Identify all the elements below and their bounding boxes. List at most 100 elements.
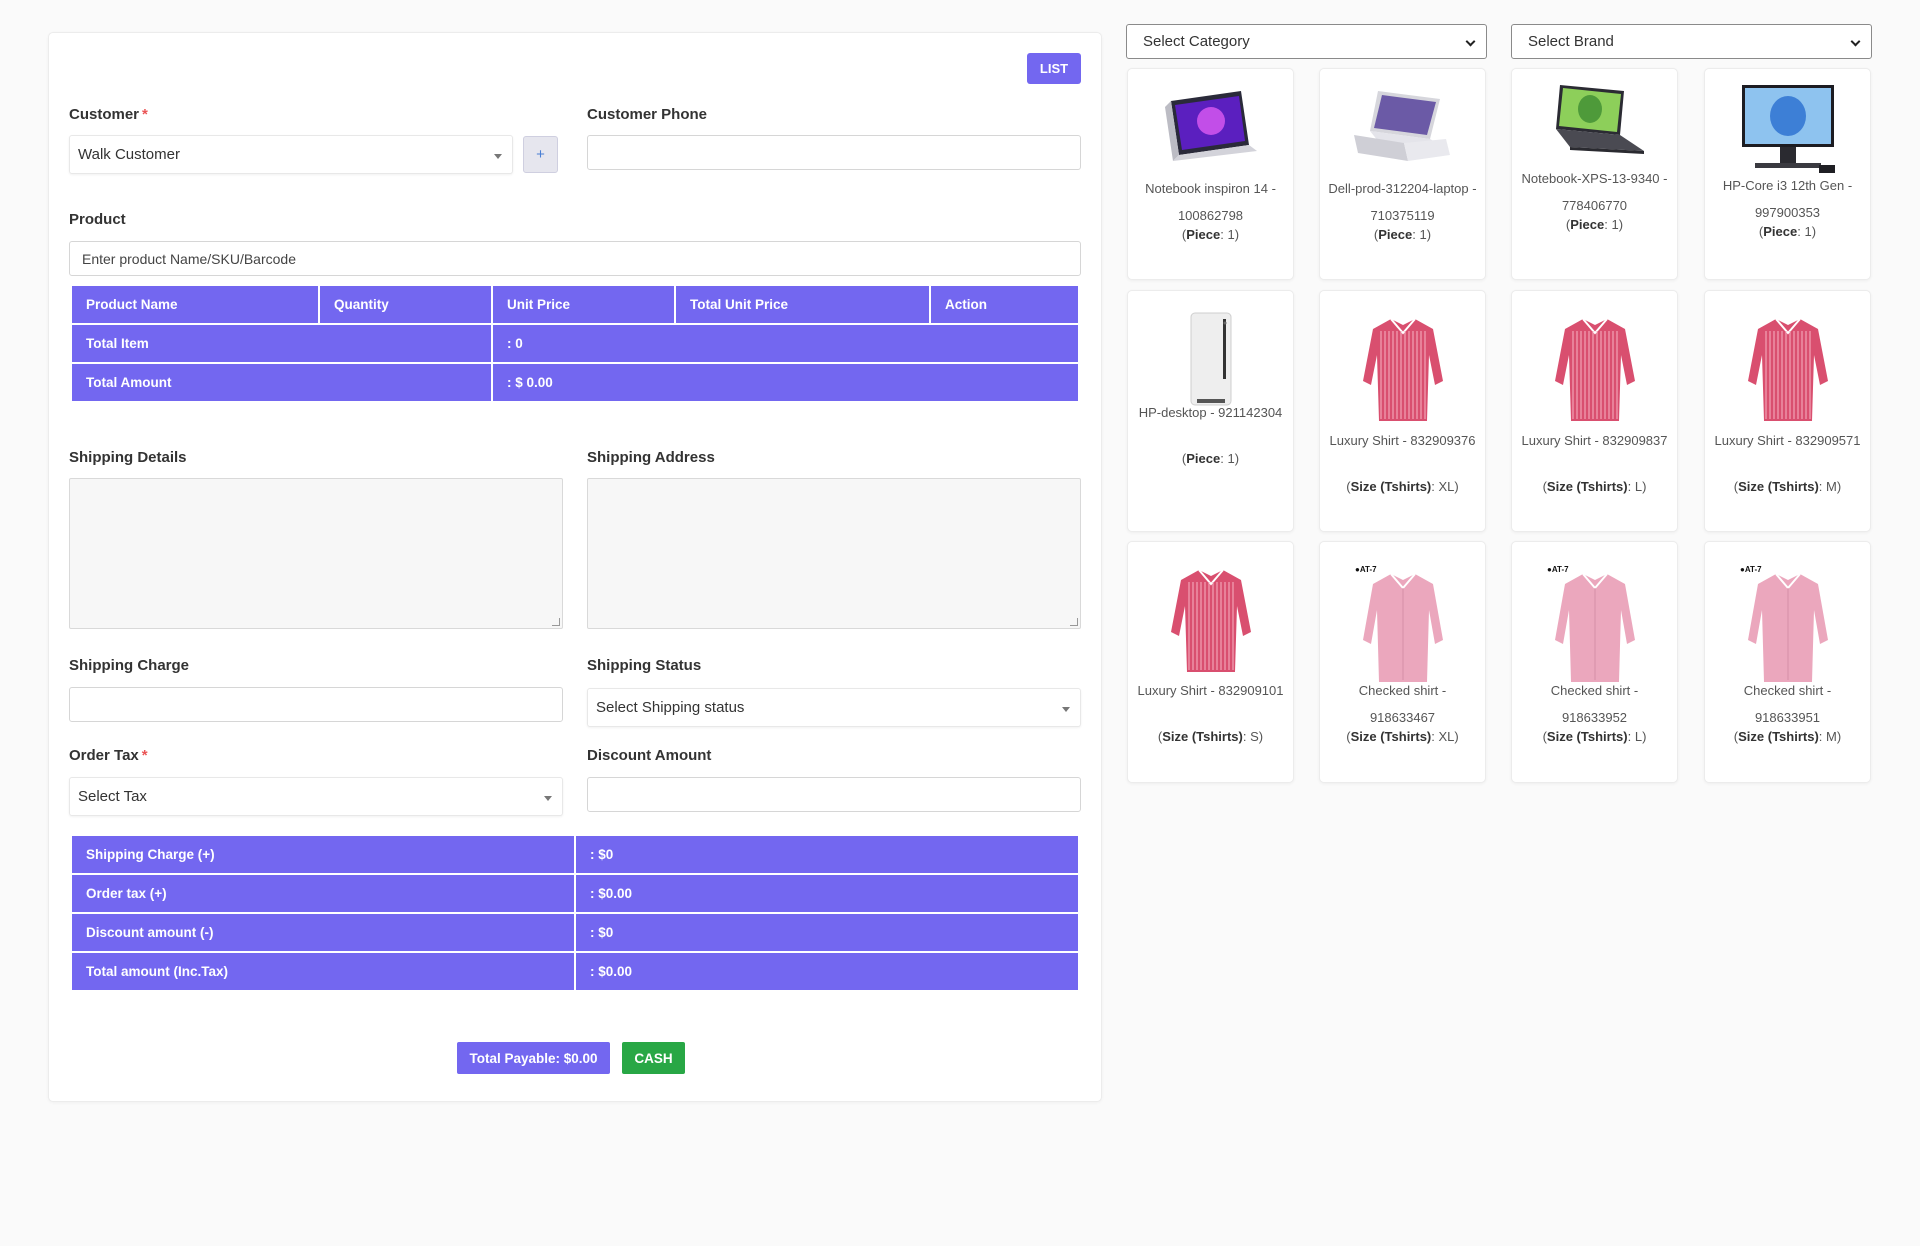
customer-label: Customer * (69, 106, 148, 123)
shipping-details-label: Shipping Details (69, 449, 187, 466)
resize-handle-icon[interactable] (552, 618, 560, 626)
attribute-value: XL (1438, 479, 1455, 494)
product-card[interactable]: ●AT-7 Checked shirt - 918633467 (Size (Tsh… (1319, 541, 1486, 783)
product-card[interactable]: HP-desktop - 921142304 (Piece: 1) (1127, 290, 1294, 532)
desktop-monitor-icon (1705, 81, 1870, 181)
customer-phone-label: Customer Phone (587, 106, 708, 123)
discount-amount-input[interactable] (587, 777, 1081, 812)
svg-text:●AT-7: ●AT-7 (1547, 565, 1569, 574)
product-name: Dell-prod-312204-laptop - 710375119 (1328, 181, 1477, 223)
summary-label: Shipping Charge (+) (72, 836, 574, 873)
attribute-name: Size (Tshirts) (1350, 479, 1432, 494)
total-item-label: Total Item (72, 325, 491, 362)
laptop-flip-icon (1128, 81, 1293, 171)
product-attribute: (Size (Tshirts): L) (1542, 729, 1647, 744)
product-card[interactable]: Dell-prod-312204-laptop - 710375119 (Piec… (1319, 68, 1486, 280)
attribute-value: M (1826, 479, 1837, 494)
product-card[interactable]: Luxury Shirt - 832909376 (Size (Tshirts):… (1319, 290, 1486, 532)
attribute-name: Piece (1570, 217, 1605, 232)
product-attribute: (Size (Tshirts): XL) (1346, 479, 1459, 494)
chevron-down-icon (1850, 36, 1861, 47)
col-unit-price: Unit Price (493, 286, 674, 323)
shipping-charge-input[interactable] (69, 687, 563, 722)
attribute-name: Size (Tshirts) (1738, 729, 1819, 744)
col-action: Action (931, 286, 1078, 323)
product-card[interactable]: HP-Core i3 12th Gen - 997900353 (Piece: 1… (1704, 68, 1871, 280)
attribute-name: Size (Tshirts) (1350, 729, 1432, 744)
product-attribute: (Size (Tshirts): S) (1157, 729, 1264, 744)
product-attribute: (Piece: 1) (1373, 227, 1432, 242)
attribute-value: M (1826, 729, 1837, 744)
caret-down-icon (544, 795, 552, 801)
shirt-red-icon (1705, 311, 1870, 426)
product-search-input[interactable]: Enter product Name/SKU/Barcode (69, 241, 1081, 276)
col-product-name: Product Name (72, 286, 318, 323)
product-attribute: (Piece: 1) (1181, 227, 1240, 242)
discount-amount-label: Discount Amount (587, 747, 712, 764)
summary-row-total: Total amount (Inc.Tax): $0.00 (72, 953, 1078, 990)
brand-select[interactable]: Select Brand (1511, 24, 1872, 59)
total-item-value: : 0 (493, 325, 1078, 362)
cash-button[interactable]: CASH (622, 1042, 685, 1074)
customer-select[interactable]: Walk Customer (69, 135, 513, 174)
attribute-name: Size (Tshirts) (1738, 479, 1819, 494)
product-name: Checked shirt - 918633951 (1743, 683, 1832, 725)
resize-handle-icon[interactable] (1070, 618, 1078, 626)
table-row: Total Amount : $ 0.00 (72, 364, 1078, 401)
laptop-dark-icon (1512, 81, 1677, 171)
product-name: Luxury Shirt - 832909837 (1521, 433, 1668, 448)
summary-value: : $0.00 (576, 875, 1078, 912)
attribute-value: 1 (1227, 451, 1235, 466)
attribute-name: Size (Tshirts) (1162, 729, 1243, 744)
caret-down-icon (1062, 706, 1070, 712)
product-card[interactable]: ●AT-7 Checked shirt - 918633951 (Size (Tsh… (1704, 541, 1871, 783)
summary-label: Discount amount (-) (72, 914, 574, 951)
laptop-silver-icon (1320, 81, 1485, 171)
summary-row-shipping: Shipping Charge (+): $0 (72, 836, 1078, 873)
attribute-value: 1 (1611, 217, 1619, 232)
shipping-address-textarea[interactable] (587, 478, 1081, 629)
product-card[interactable]: Luxury Shirt - 832909837 (Size (Tshirts):… (1511, 290, 1678, 532)
add-customer-button[interactable]: + (523, 136, 558, 173)
attribute-value: 1 (1419, 227, 1427, 242)
summary-value: : $0.00 (576, 953, 1078, 990)
shipping-details-textarea[interactable] (69, 478, 563, 629)
product-card[interactable]: Notebook-XPS-13-9340 - 778406770 (Piece: … (1511, 68, 1678, 280)
shirt-pink-icon: ●AT-7 (1705, 562, 1870, 687)
table-header-row: Product Name Quantity Unit Price Total U… (72, 286, 1078, 323)
product-attribute: (Piece: 1) (1758, 224, 1817, 239)
shipping-status-label: Shipping Status (587, 657, 702, 674)
product-name: Luxury Shirt - 832909376 (1329, 433, 1476, 448)
summary-value: : $0 (576, 914, 1078, 951)
product-attribute: (Size (Tshirts): L) (1542, 479, 1647, 494)
shirt-pink-icon: ●AT-7 (1320, 562, 1485, 687)
list-button[interactable]: LIST (1027, 53, 1081, 84)
product-name: Notebook inspiron 14 - 100862798 (1145, 181, 1276, 223)
total-payable-button[interactable]: Total Payable: $0.00 (457, 1042, 610, 1074)
product-attribute: (Size (Tshirts): M) (1733, 479, 1842, 494)
table-row: Total Item : 0 (72, 325, 1078, 362)
product-card[interactable]: Luxury Shirt - 832909101 (Size (Tshirts):… (1127, 541, 1294, 783)
product-attribute: (Piece: 1) (1565, 217, 1624, 232)
summary-value: : $0 (576, 836, 1078, 873)
product-name: HP-desktop - 921142304 (1138, 405, 1283, 420)
attribute-name: Piece (1378, 227, 1413, 242)
total-amount-value: : $ 0.00 (493, 364, 1078, 401)
shipping-status-select[interactable]: Select Shipping status (587, 688, 1081, 727)
summary-label: Total amount (Inc.Tax) (72, 953, 574, 990)
caret-down-icon (494, 153, 502, 159)
product-card[interactable]: ●AT-7 Checked shirt - 918633952 (Size (Tsh… (1511, 541, 1678, 783)
order-tax-select[interactable]: Select Tax (69, 777, 563, 816)
attribute-value: XL (1438, 729, 1455, 744)
svg-text:●AT-7: ●AT-7 (1355, 565, 1377, 574)
product-card[interactable]: Luxury Shirt - 832909571 (Size (Tshirts):… (1704, 290, 1871, 532)
svg-text:●AT-7: ●AT-7 (1740, 565, 1762, 574)
attribute-value: L (1634, 479, 1643, 494)
shipping-address-label: Shipping Address (587, 449, 715, 466)
summary-row-tax: Order tax (+): $0.00 (72, 875, 1078, 912)
category-select[interactable]: Select Category (1126, 24, 1487, 59)
customer-phone-input[interactable] (587, 135, 1081, 170)
total-amount-label: Total Amount (72, 364, 491, 401)
product-attribute: (Size (Tshirts): XL) (1346, 729, 1459, 744)
product-card[interactable]: Notebook inspiron 14 - 100862798 (Piece: … (1127, 68, 1294, 280)
